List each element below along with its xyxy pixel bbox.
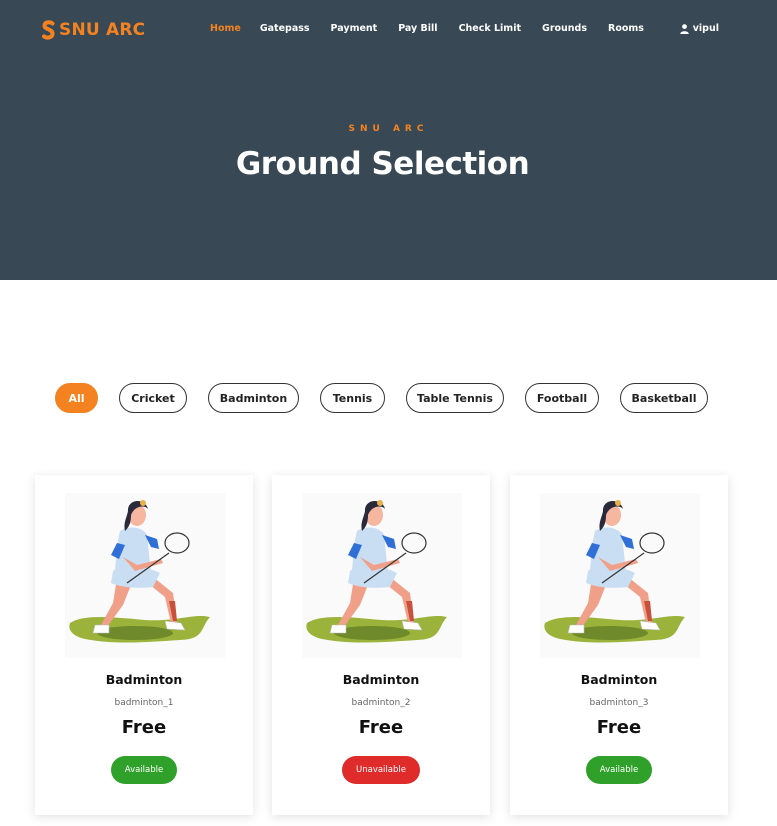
card-price: Free — [358, 717, 404, 738]
ground-card[interactable]: Badminton badminton_2 Free Unavailable — [272, 475, 490, 815]
main-nav: Home Gatepass Payment Pay Bill Check Lim… — [210, 23, 644, 34]
user-name: vipul — [692, 23, 719, 34]
filter-all[interactable]: All — [55, 383, 98, 413]
hero-kicker: SNU ARC — [348, 124, 429, 134]
nav-grounds[interactable]: Grounds — [542, 23, 587, 34]
card-title: Badminton — [342, 672, 420, 687]
nav-home[interactable]: Home — [210, 23, 241, 34]
nav-gatepass[interactable]: Gatepass — [260, 23, 310, 34]
user-menu[interactable]: vipul — [680, 23, 719, 34]
nav-rooms[interactable]: Rooms — [608, 23, 644, 34]
nav-check-limit[interactable]: Check Limit — [459, 23, 521, 34]
badminton-player-illustration — [540, 493, 700, 658]
ground-card[interactable]: Badminton badminton_3 Free Available — [510, 475, 728, 815]
brand-s-icon — [42, 20, 55, 40]
card-code: badminton_1 — [114, 698, 174, 708]
filter-table-tennis[interactable]: Table Tennis — [406, 383, 504, 413]
card-price: Free — [121, 717, 167, 738]
user-icon — [680, 23, 689, 34]
card-price: Free — [596, 717, 642, 738]
status-badge[interactable]: Available — [586, 756, 652, 784]
filter-badminton[interactable]: Badminton — [208, 383, 299, 413]
filter-cricket[interactable]: Cricket — [119, 383, 187, 413]
ground-card[interactable]: Badminton badminton_1 Free Available — [35, 475, 253, 815]
brand-logo[interactable]: SNU ARC — [42, 20, 145, 40]
filter-basketball[interactable]: Basketball — [620, 383, 708, 413]
nav-pay-bill[interactable]: Pay Bill — [398, 23, 437, 34]
card-title: Badminton — [105, 672, 183, 687]
status-badge[interactable]: Available — [111, 756, 177, 784]
hero-banner: SNU ARC Home Gatepass Payment Pay Bill C… — [0, 0, 777, 280]
brand-name: SNU ARC — [59, 20, 146, 40]
badminton-player-illustration — [65, 493, 225, 658]
filter-tennis[interactable]: Tennis — [320, 383, 385, 413]
card-code: badminton_2 — [351, 698, 411, 708]
card-code: badminton_3 — [589, 698, 649, 708]
badminton-player-illustration — [302, 493, 462, 658]
filter-football[interactable]: Football — [525, 383, 599, 413]
status-badge[interactable]: Unavailable — [342, 756, 420, 784]
nav-payment[interactable]: Payment — [331, 23, 378, 34]
page-title: Ground Selection — [235, 146, 530, 182]
card-title: Badminton — [580, 672, 658, 687]
